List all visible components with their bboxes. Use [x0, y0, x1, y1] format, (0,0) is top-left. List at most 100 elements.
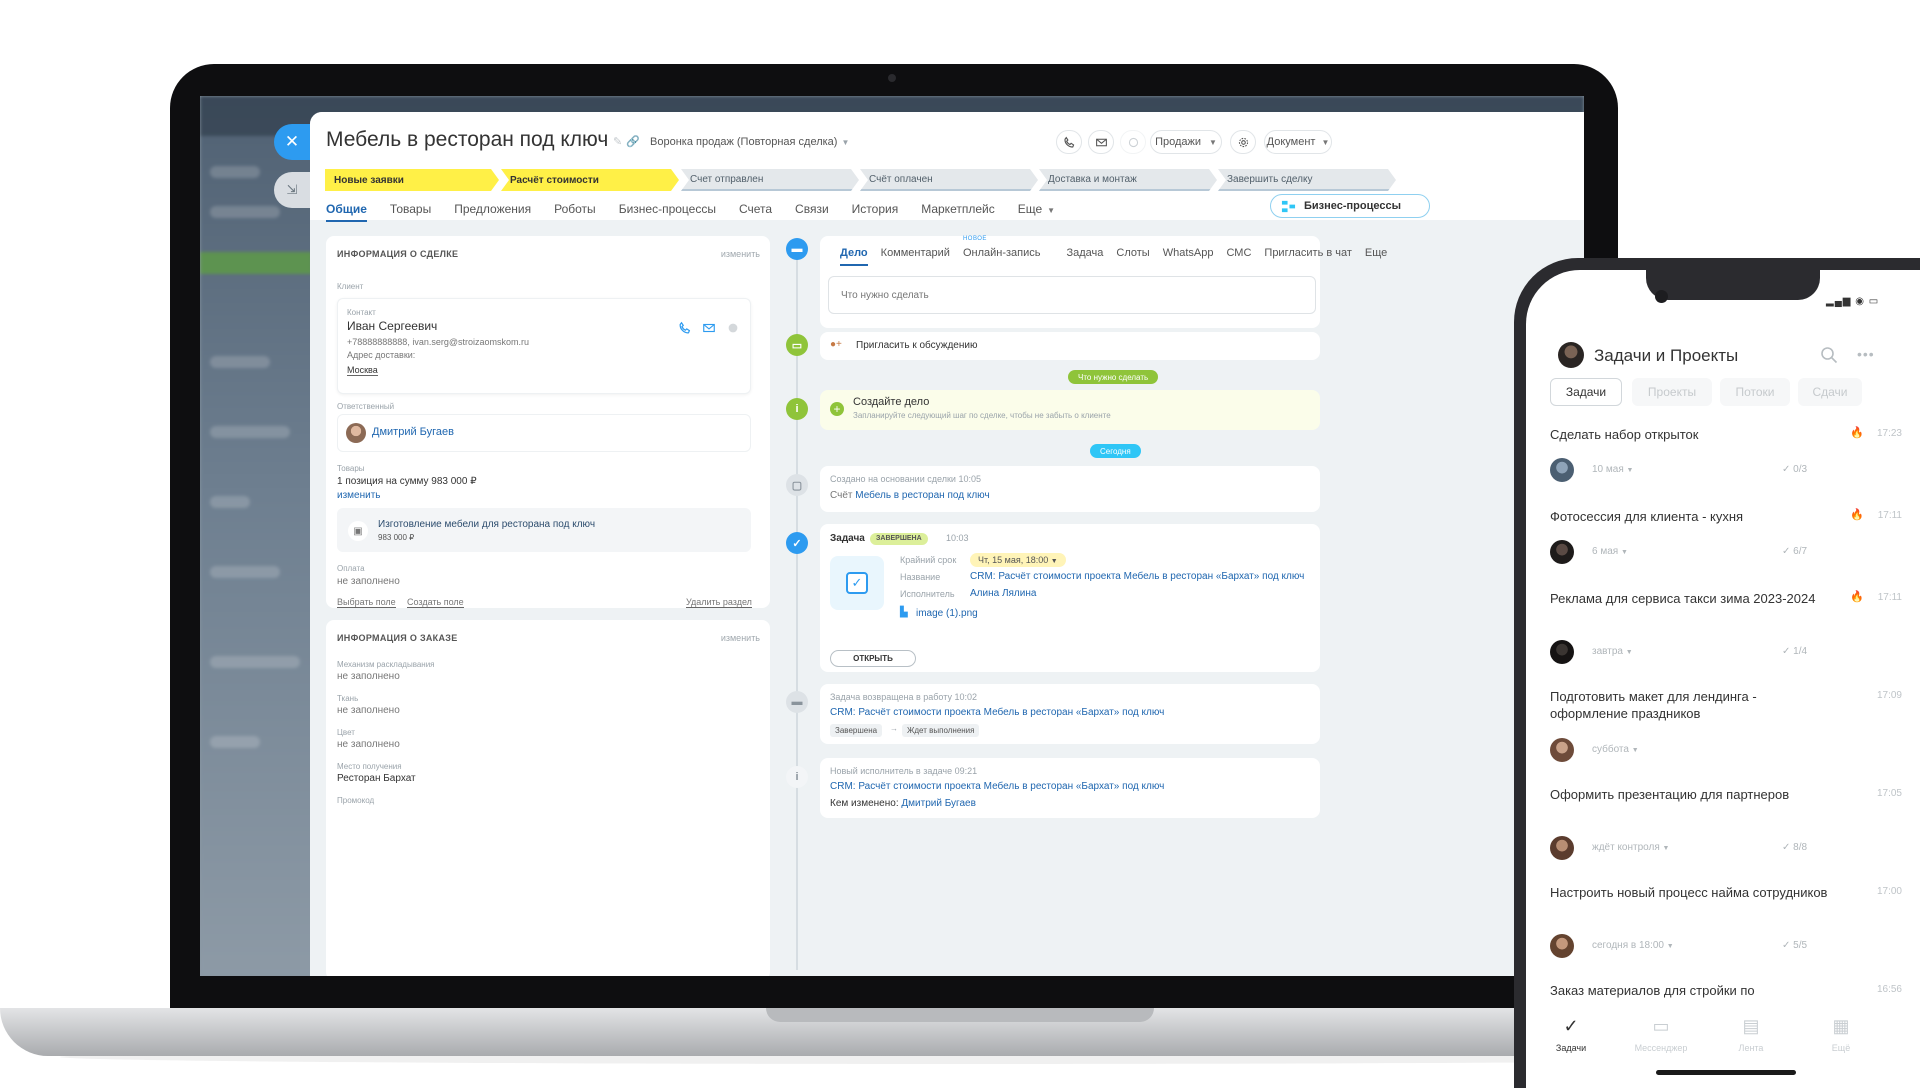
list-item[interactable]: Реклама для сервиса такси зима 2023-2024…: [1550, 590, 1906, 678]
nav-messenger[interactable]: ▭ Мессенджер: [1626, 1016, 1696, 1053]
tab-comment[interactable]: Комментарий: [881, 247, 950, 259]
avatar[interactable]: [1558, 342, 1584, 368]
list-item[interactable]: Настроить новый процесс найма сотруднико…: [1550, 884, 1906, 972]
tab-robots[interactable]: Роботы: [554, 202, 596, 222]
stage-invoice-paid[interactable]: Счёт оплачен: [860, 169, 1038, 191]
nav-feed[interactable]: ▤ Лента: [1716, 1016, 1786, 1053]
stage-close-deal[interactable]: Завершить сделку: [1218, 169, 1396, 191]
file-icon: ▙: [900, 607, 908, 618]
new-executor-item: Новый исполнитель в задаче 09:21 CRM: Ра…: [820, 758, 1320, 818]
edit-title-icons[interactable]: ✎🔗: [613, 135, 644, 148]
tab-offers[interactable]: Предложения: [454, 202, 531, 222]
contact-label: Контакт: [347, 308, 376, 317]
attachment-link[interactable]: image (1).png: [916, 608, 978, 619]
tab-sms[interactable]: СМС: [1226, 247, 1251, 259]
fire-icon: 🔥: [1850, 591, 1864, 603]
tab-business-processes[interactable]: Бизнес-процессы: [619, 202, 716, 222]
tab-invoices[interactable]: Счета: [739, 202, 772, 222]
stage-new-requests[interactable]: Новые заявки: [325, 169, 499, 191]
list-item[interactable]: Заказ материалов для стройки по 16:56: [1550, 982, 1906, 1006]
chat-icon: [1128, 137, 1138, 147]
phone-icon[interactable]: [678, 321, 692, 335]
stage-invoice-sent[interactable]: Счет отправлен: [681, 169, 859, 191]
tab-more[interactable]: Еще ▼: [1018, 202, 1055, 222]
invite-row[interactable]: ●+ Пригласить к обсуждению: [820, 332, 1320, 360]
list-item[interactable]: Оформить презентацию для партнеров 17:05…: [1550, 786, 1906, 874]
mail-icon[interactable]: [702, 321, 716, 335]
stage-estimate[interactable]: Расчёт стоимости: [501, 169, 679, 191]
changed-by-link[interactable]: Дмитрий Бугаев: [901, 798, 976, 809]
chat-icon[interactable]: [726, 321, 740, 335]
changed-by: Кем изменено: Дмитрий Бугаев: [830, 798, 976, 809]
invoice-link[interactable]: Мебель в ресторан под ключ: [855, 490, 989, 501]
tab-online-booking[interactable]: НОВОЕ Онлайн-запись: [963, 236, 1054, 259]
tab-slots[interactable]: Слоты: [1116, 247, 1149, 259]
close-icon: ✕: [284, 132, 300, 151]
tab-links[interactable]: Связи: [795, 202, 829, 222]
phone-button[interactable]: [1056, 130, 1082, 154]
scene: ✕ ⇲ Мебель в ресторан под ключ ✎🔗 Воронк…: [0, 0, 1920, 1088]
create-activity-card[interactable]: + Создайте дело Запланируйте следующий ш…: [820, 390, 1320, 430]
tab-deliveries[interactable]: Сдачи: [1798, 378, 1862, 406]
business-process-button[interactable]: Бизнес-процессы: [1270, 194, 1430, 218]
choose-field-link[interactable]: Выбрать поле: [337, 597, 396, 608]
executor-link[interactable]: Алина Лялина: [970, 588, 1036, 599]
new-exec-task-link[interactable]: CRM: Расчёт стоимости проекта Мебель в р…: [830, 781, 1164, 792]
open-button[interactable]: ОТКРЫТЬ: [830, 650, 916, 667]
deal-info-edit-link[interactable]: изменить: [721, 249, 760, 259]
task-title: Подготовить макет для лендинга - оформле…: [1550, 689, 1757, 721]
status-from-badge: Завершена: [830, 724, 883, 737]
minimize-slider-button[interactable]: ⇲: [274, 172, 310, 208]
list-item[interactable]: Подготовить макет для лендинга - оформле…: [1550, 688, 1906, 776]
tab-marketplace[interactable]: Маркетплейс: [921, 202, 995, 222]
chat-button[interactable]: [1120, 130, 1146, 154]
mail-button[interactable]: [1088, 130, 1114, 154]
deadline-value[interactable]: Чт, 15 мая, 18:00 ▼: [970, 553, 1066, 567]
task-due: сегодня в 18:00 ▼: [1592, 940, 1674, 951]
list-item[interactable]: Сделать набор открыток 🔥 17:23 10 мая ▼ …: [1550, 426, 1906, 496]
tab-whatsapp[interactable]: WhatsApp: [1163, 247, 1214, 259]
tab-projects[interactable]: Проекты: [1632, 378, 1712, 406]
task-checklist: ✓ 0/3: [1782, 464, 1808, 475]
sales-dropdown[interactable]: Продажи ▼: [1150, 130, 1222, 154]
returned-task-link[interactable]: CRM: Расчёт стоимости проекта Мебель в р…: [830, 707, 1164, 718]
more-icon[interactable]: •••: [1857, 346, 1875, 362]
nav-tasks[interactable]: ✓ Задачи: [1536, 1016, 1606, 1053]
tab-activity[interactable]: Дело: [840, 247, 868, 266]
goods-edit-link[interactable]: изменить: [337, 490, 381, 501]
delete-section-link[interactable]: Удалить раздел: [686, 597, 752, 608]
chevron-down-icon: ▼: [1321, 137, 1330, 147]
phone-icon: [1063, 136, 1074, 148]
stage-label: Доставка и монтаж: [1048, 173, 1137, 185]
product-row[interactable]: ▣ Изготовление мебели для ресторана под …: [337, 508, 751, 552]
tab-products[interactable]: Товары: [390, 202, 431, 222]
tab-task[interactable]: Задача: [1067, 247, 1104, 259]
order-info-edit-link[interactable]: изменить: [721, 633, 760, 643]
tab-tasks[interactable]: Задачи: [1550, 378, 1622, 406]
list-item[interactable]: Фотосессия для клиента - кухня 🔥 17:11 6…: [1550, 508, 1906, 578]
close-slider-button[interactable]: ✕: [274, 124, 310, 160]
background-bar: [210, 356, 270, 368]
search-icon[interactable]: [1820, 346, 1838, 364]
settings-button[interactable]: [1230, 130, 1256, 154]
responsible-name[interactable]: Дмитрий Бугаев: [372, 426, 454, 438]
create-field-link[interactable]: Создать поле: [407, 597, 464, 608]
contact-name[interactable]: Иван Сергеевич: [347, 319, 437, 333]
tab-invite-chat[interactable]: Пригласить в чат: [1264, 247, 1352, 259]
business-process-label: Бизнес-процессы: [1304, 200, 1401, 212]
funnel-selector[interactable]: Воронка продаж (Повторная сделка) ▼: [650, 136, 849, 148]
tab-more[interactable]: Еще: [1365, 247, 1387, 259]
feed-icon: ▤: [1742, 1016, 1760, 1036]
tab-history[interactable]: История: [852, 202, 899, 222]
todo-input[interactable]: [828, 276, 1316, 314]
tab-general[interactable]: Общие: [326, 202, 367, 222]
stage-delivery[interactable]: Доставка и монтаж: [1039, 169, 1217, 191]
create-title: Создайте дело: [853, 396, 930, 408]
task-name-link[interactable]: CRM: Расчёт стоимости проекта Мебель в р…: [970, 571, 1304, 582]
tab-flows[interactable]: Потоки: [1720, 378, 1790, 406]
payment-value: не заполнено: [337, 576, 400, 587]
nav-more[interactable]: ▦ Ещё: [1806, 1016, 1876, 1053]
document-dropdown[interactable]: Документ ▼: [1264, 130, 1332, 154]
choose-field-label: Выбрать поле: [337, 597, 396, 608]
new-exec-label: Новый исполнитель в задаче 09:21: [830, 766, 977, 776]
